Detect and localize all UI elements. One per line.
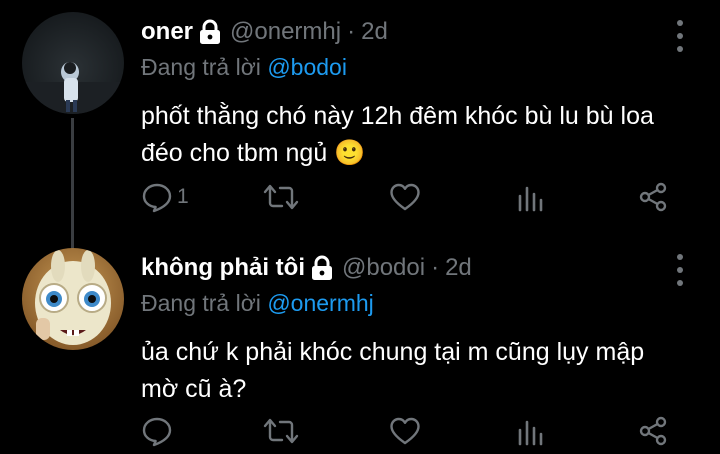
more-options-icon[interactable] xyxy=(674,254,686,286)
mention-link[interactable]: @onermhj xyxy=(267,290,373,316)
more-options-icon[interactable] xyxy=(674,20,686,52)
timestamp[interactable]: 2d xyxy=(361,18,388,46)
user-handle[interactable]: @bodoi xyxy=(342,254,425,282)
separator-dot: · xyxy=(431,254,440,281)
retweet-button[interactable] xyxy=(263,414,299,448)
replying-prefix: Đang trả lời xyxy=(141,290,268,316)
like-button[interactable] xyxy=(389,180,421,214)
reply-button[interactable]: 1 xyxy=(141,180,189,214)
analytics-button[interactable] xyxy=(517,180,545,214)
replying-to: Đang trả lời @bodoi xyxy=(141,54,670,84)
timestamp[interactable]: 2d xyxy=(445,254,472,282)
tweet-header: không phải tôi @bodoi · 2d xyxy=(141,250,670,286)
display-name[interactable]: oner xyxy=(141,18,193,46)
share-icon xyxy=(637,181,669,213)
share-button[interactable] xyxy=(637,180,669,214)
retweet-icon xyxy=(263,415,299,447)
analytics-icon xyxy=(517,416,545,446)
separator-dot: · xyxy=(347,18,356,45)
mention-link[interactable]: @bodoi xyxy=(267,54,347,80)
reply-button[interactable] xyxy=(141,414,177,448)
tweet-text: ủa chứ k phải khóc chung tại m cũng lụy … xyxy=(141,338,645,403)
analytics-icon xyxy=(517,182,545,212)
thread-line xyxy=(71,118,74,250)
analytics-button[interactable] xyxy=(517,414,545,448)
avatar[interactable] xyxy=(22,12,124,114)
tweet[interactable]: oner @onermhj · 2d Đang trả lời @bodoi p… xyxy=(0,0,720,250)
avatar[interactable] xyxy=(22,248,124,350)
reply-icon xyxy=(141,415,173,447)
tweet[interactable]: không phải tôi @bodoi · 2d Đang trả lời … xyxy=(0,232,720,454)
display-name[interactable]: không phải tôi xyxy=(141,254,305,282)
replying-to: Đang trả lời @onermhj xyxy=(141,290,670,320)
lock-icon xyxy=(198,19,222,45)
user-handle[interactable]: @onermhj xyxy=(230,18,341,46)
reply-count: 1 xyxy=(177,185,189,208)
replying-prefix: Đang trả lời xyxy=(141,54,268,80)
like-icon xyxy=(389,416,421,446)
like-button[interactable] xyxy=(389,414,421,448)
reply-icon xyxy=(141,181,173,213)
share-icon xyxy=(637,415,669,447)
tweet-actions: 1 xyxy=(141,180,681,214)
lock-icon xyxy=(310,255,334,281)
share-button[interactable] xyxy=(637,414,669,448)
tweet-header: oner @onermhj · 2d xyxy=(141,14,670,50)
like-icon xyxy=(389,182,421,212)
retweet-icon xyxy=(263,181,299,213)
tweet-text: phốt thằng chó này 12h đêm khóc bù lu bù… xyxy=(141,102,654,167)
retweet-button[interactable] xyxy=(263,180,299,214)
tweet-actions xyxy=(141,414,681,448)
